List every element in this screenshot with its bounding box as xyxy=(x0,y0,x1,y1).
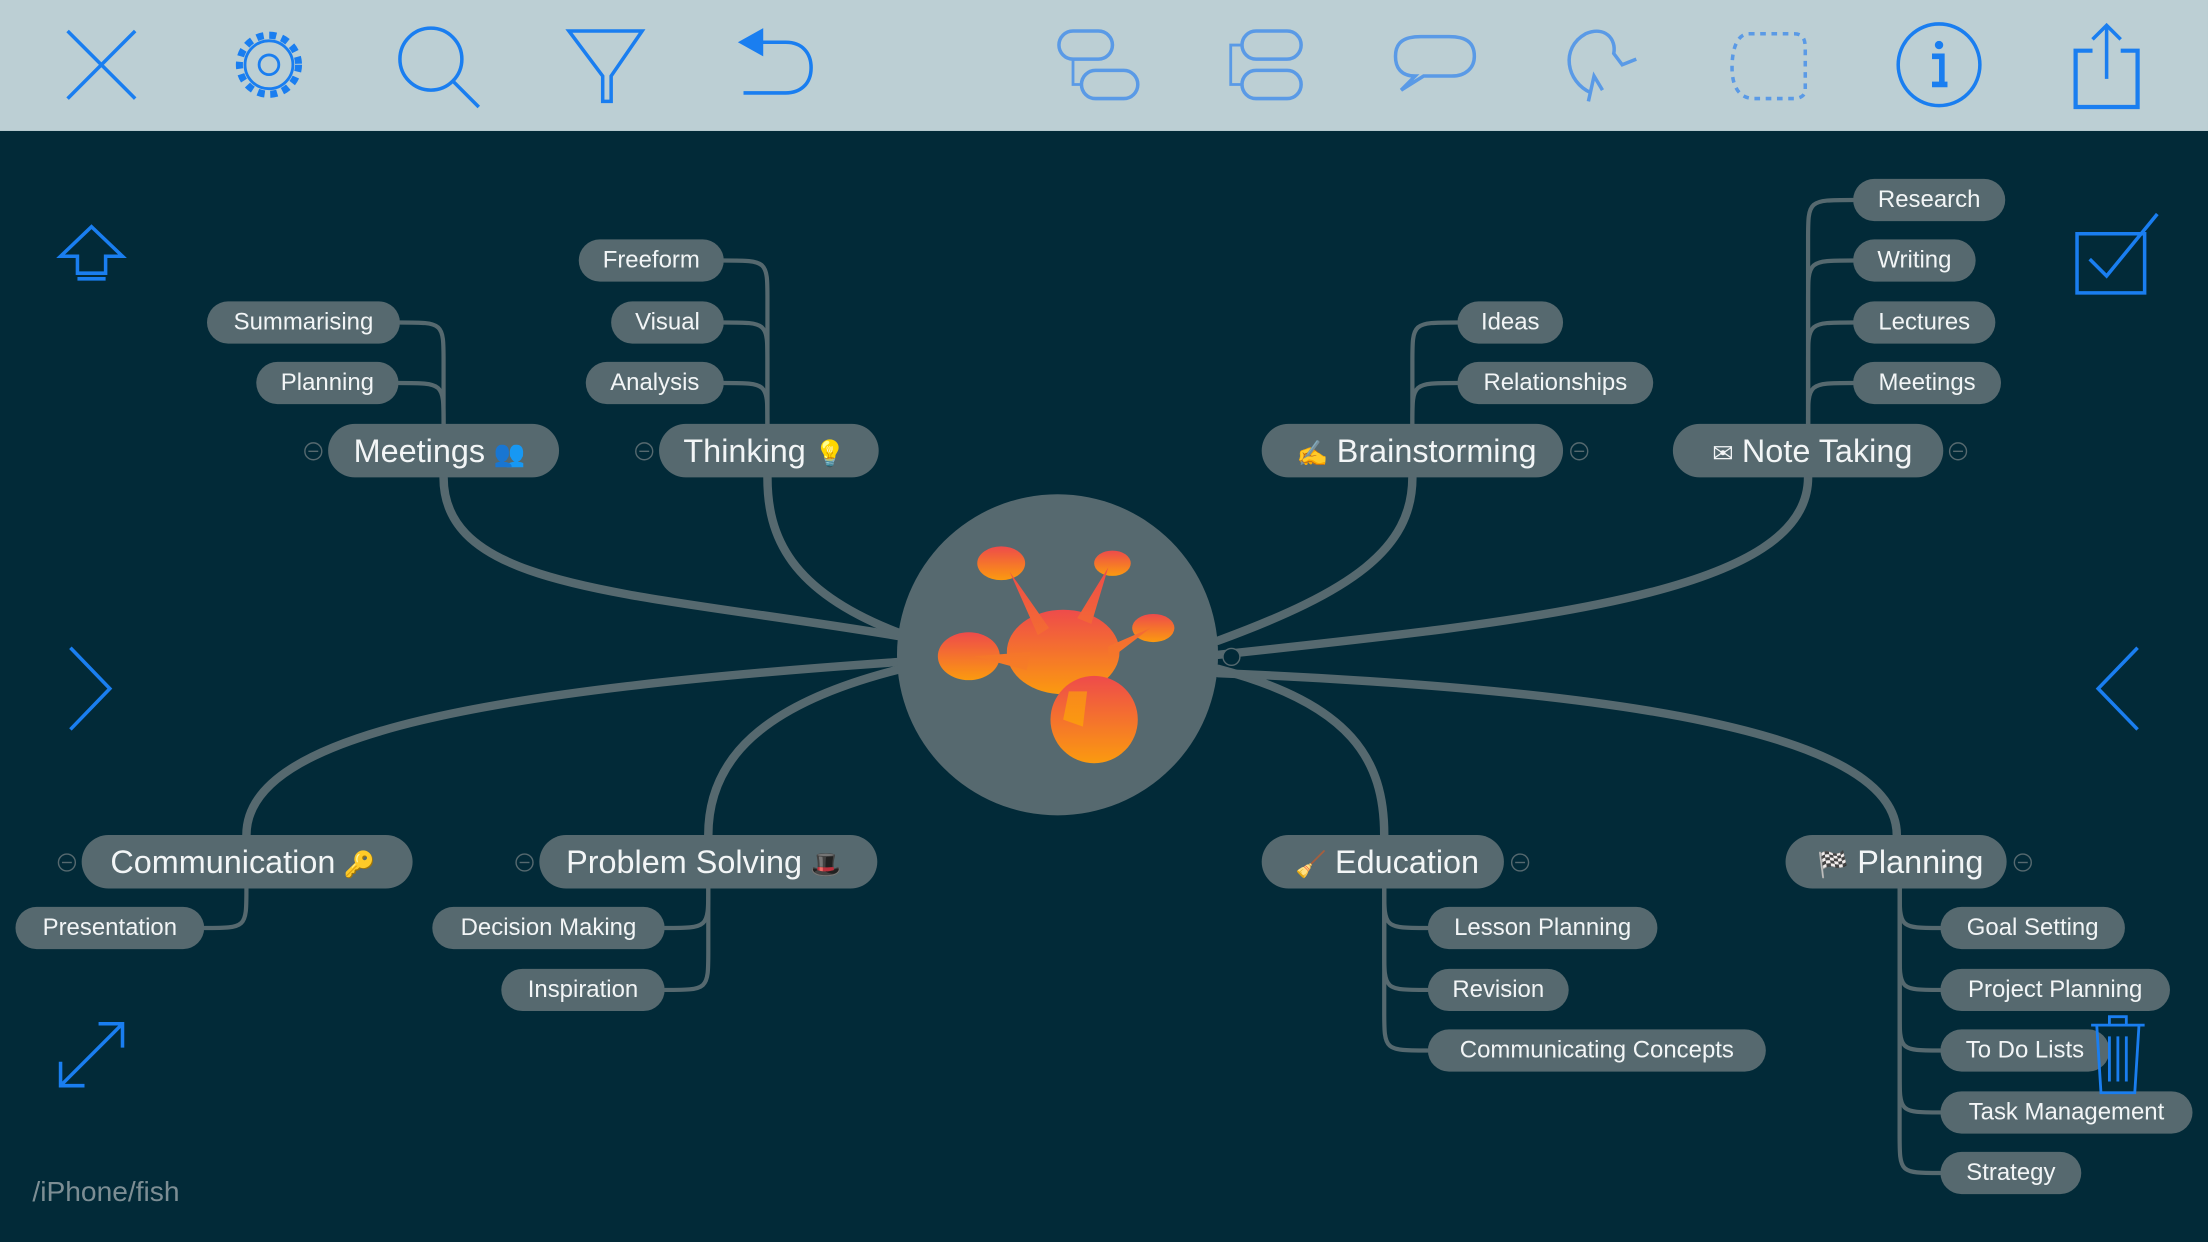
main-branch-line xyxy=(439,473,906,641)
topic-emoji-icon: ✉ xyxy=(1712,439,1734,468)
topic-label: Communication xyxy=(110,843,336,881)
sub-branch-line xyxy=(662,886,711,931)
branch-topic-meetings[interactable]: Meetings 👥 xyxy=(328,423,560,478)
sub-branch-line xyxy=(1382,886,1430,993)
collapse-toggle[interactable] xyxy=(515,853,534,872)
collapse-toggle[interactable] xyxy=(57,853,77,872)
subtopic[interactable]: Lectures xyxy=(1853,301,1996,344)
sub-branch-line xyxy=(1897,886,1943,931)
main-branch-line xyxy=(704,664,906,840)
sub-branch-line xyxy=(1382,886,1430,1053)
sub-branch-line xyxy=(1382,886,1430,931)
topic-emoji-icon: ✍ xyxy=(1296,439,1329,468)
collapse-toggle[interactable] xyxy=(304,442,323,461)
chevron-left-icon[interactable] xyxy=(2093,645,2144,739)
main-branch-line xyxy=(1213,668,1902,840)
file-path-label: /iPhone/fish xyxy=(32,1177,180,1209)
subtopic[interactable]: Presentation xyxy=(15,906,205,950)
main-branch-line xyxy=(242,657,906,840)
subtopic[interactable]: Research xyxy=(1853,178,2006,222)
subtopic[interactable]: Writing xyxy=(1853,239,1976,282)
sub-branch-line xyxy=(1805,197,1856,426)
sub-branch-line xyxy=(721,380,770,426)
topic-emoji-icon: 💡 xyxy=(814,439,846,468)
central-collapse-toggle[interactable] xyxy=(1222,647,1241,667)
topic-label: Brainstorming xyxy=(1336,432,1537,469)
subtopic[interactable]: Inspiration xyxy=(501,968,665,1012)
trash-icon[interactable] xyxy=(2087,1011,2149,1105)
home-up-arrow-icon[interactable] xyxy=(56,222,127,294)
main-branch-line xyxy=(1213,473,1813,660)
subtopic[interactable]: Task Management xyxy=(1940,1091,2193,1134)
subtopic[interactable]: Meetings xyxy=(1853,361,2001,405)
sub-branch-line xyxy=(721,258,770,426)
collapse-toggle[interactable] xyxy=(2013,853,2032,872)
sub-branch-line xyxy=(1805,320,1856,426)
topic-label: Thinking xyxy=(683,432,806,469)
branch-topic-education[interactable]: 🧹 Education xyxy=(1261,835,1504,889)
subtopic[interactable]: Summarising xyxy=(206,301,400,344)
branch-topic-note-taking[interactable]: ✉ Note Taking xyxy=(1672,423,1944,478)
subtopic[interactable]: Lesson Planning xyxy=(1427,906,1658,950)
subtopic[interactable]: Ideas xyxy=(1457,301,1564,344)
main-branch-line xyxy=(1213,473,1417,645)
sub-branch-line xyxy=(1410,320,1460,426)
central-topic[interactable] xyxy=(896,494,1219,816)
sub-branch-line xyxy=(202,886,249,931)
subtopic[interactable]: Analysis xyxy=(585,361,724,405)
expand-icon[interactable] xyxy=(56,1020,126,1097)
branch-topic-thinking[interactable]: Thinking 💡 xyxy=(659,423,879,478)
subtopic[interactable]: Visual xyxy=(611,301,724,344)
main-branch-line xyxy=(1213,664,1389,840)
topic-label: Education xyxy=(1335,843,1480,881)
topic-label: Problem Solving xyxy=(566,843,802,881)
subtopic[interactable]: Strategy xyxy=(1940,1151,2082,1195)
imindmap-logo-icon xyxy=(937,546,1175,764)
topic-emoji-icon: 🏁 xyxy=(1817,850,1849,879)
branch-topic-communication[interactable]: Communication 🔑 xyxy=(81,835,413,889)
branch-topic-problem-solving[interactable]: Problem Solving 🎩 xyxy=(539,835,878,889)
sub-branch-line xyxy=(721,320,770,426)
sub-branch-line xyxy=(662,886,711,993)
sub-branch-line xyxy=(1897,886,1943,1176)
topic-label: Planning xyxy=(1857,843,1984,881)
sub-branch-line xyxy=(396,380,446,426)
sub-branch-line xyxy=(1805,258,1856,426)
topic-label: Note Taking xyxy=(1741,432,1913,469)
subtopic[interactable]: Planning xyxy=(256,361,399,405)
subtopic[interactable]: Project Planning xyxy=(1940,968,2170,1012)
collapse-toggle[interactable] xyxy=(1570,442,1589,461)
subtopic[interactable]: Decision Making xyxy=(432,906,665,950)
topic-label: Meetings xyxy=(353,432,486,469)
sub-branch-line xyxy=(1897,886,1943,993)
topic-emoji-icon: 🧹 xyxy=(1294,850,1327,879)
collapse-toggle[interactable] xyxy=(1948,442,1968,461)
subtopic[interactable]: Communicating Concepts xyxy=(1427,1029,1766,1072)
branch-topic-planning[interactable]: 🏁 Planning xyxy=(1785,835,2007,889)
sub-branch-line xyxy=(1410,380,1460,426)
checkbox-icon[interactable] xyxy=(2073,211,2163,305)
subtopic[interactable]: Goal Setting xyxy=(1940,906,2125,950)
branch-topic-brainstorming[interactable]: ✍ Brainstorming xyxy=(1261,423,1564,478)
chevron-right-icon[interactable] xyxy=(65,645,116,739)
sub-branch-line xyxy=(397,320,446,426)
main-branch-line xyxy=(763,473,906,638)
subtopic[interactable]: Relationships xyxy=(1457,361,1654,405)
topic-emoji-icon: 👥 xyxy=(493,439,526,468)
subtopic[interactable]: Freeform xyxy=(578,239,724,282)
subtopic[interactable]: Revision xyxy=(1427,968,1569,1012)
topic-emoji-icon: 🔑 xyxy=(343,850,376,879)
sub-branch-line xyxy=(1805,380,1856,426)
subtopic[interactable]: To Do Lists xyxy=(1940,1029,2110,1072)
collapse-toggle[interactable] xyxy=(635,442,654,461)
topic-emoji-icon: 🎩 xyxy=(810,850,842,879)
sub-branch-line xyxy=(1897,886,1943,1053)
collapse-toggle[interactable] xyxy=(1510,853,1530,872)
mind-map-screen: Meetings 👥 Summarising Planning Thinking 💡 Fre… xyxy=(0,0,2208,1242)
